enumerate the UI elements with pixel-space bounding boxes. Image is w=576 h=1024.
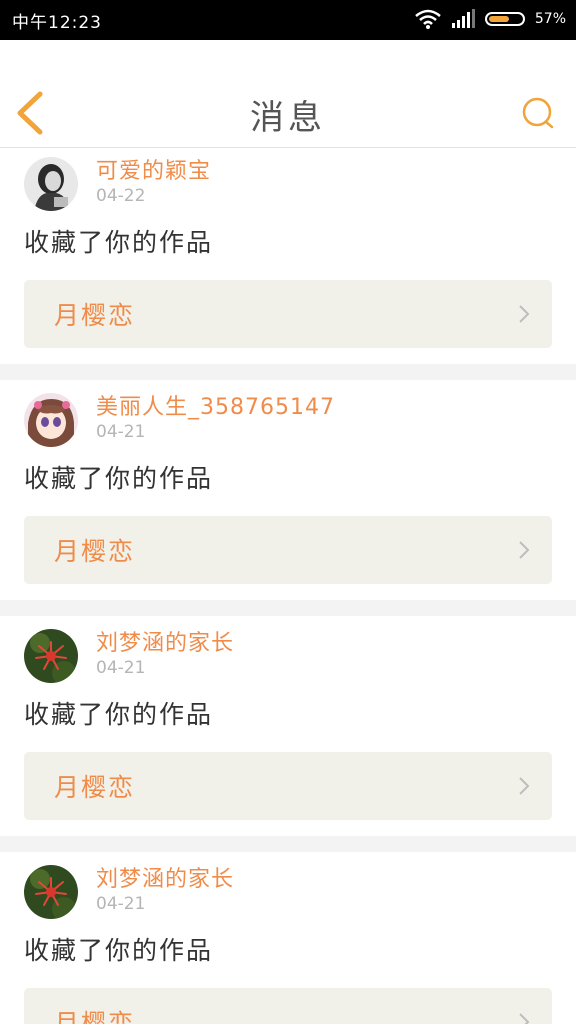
avatar[interactable] [24, 393, 78, 447]
battery-percent: 57% [534, 11, 566, 27]
notification-card: 可爱的颖宝 04-22 收藏了你的作品 月樱恋 [0, 148, 576, 364]
work-link[interactable]: 月樱恋 [24, 988, 552, 1024]
chevron-right-icon [519, 777, 530, 795]
username[interactable]: 美丽人生_358765147 [96, 389, 335, 421]
signal-icon [451, 9, 475, 28]
status-icons: 57% [415, 9, 566, 29]
notification-list[interactable]: 可爱的颖宝 04-22 收藏了你的作品 月樱恋 美丽人生_358765147 0… [0, 148, 576, 1024]
work-title: 月樱恋 [54, 301, 136, 330]
work-link[interactable]: 月樱恋 [24, 516, 552, 584]
search-button[interactable] [520, 95, 556, 131]
notification-card: 刘梦涵的家长 04-21 收藏了你的作品 月樱恋 [0, 616, 576, 836]
action-text: 收藏了你的作品 [24, 464, 214, 493]
action-text: 收藏了你的作品 [24, 228, 214, 257]
notification-card: 刘梦涵的家长 04-21 收藏了你的作品 月樱恋 [0, 852, 576, 1024]
status-bar: 中午12:23 57% [0, 0, 576, 40]
timestamp: 04-22 [96, 186, 146, 206]
chevron-right-icon [519, 541, 530, 559]
wifi-icon [415, 9, 441, 29]
work-title: 月樱恋 [54, 773, 136, 802]
timestamp: 04-21 [96, 422, 146, 442]
work-link[interactable]: 月樱恋 [24, 752, 552, 820]
chevron-right-icon [519, 305, 530, 323]
search-icon [522, 97, 554, 129]
work-title: 月樱恋 [54, 1009, 136, 1024]
action-text: 收藏了你的作品 [24, 936, 214, 965]
action-text: 收藏了你的作品 [24, 700, 214, 729]
page-title: 消息 [250, 98, 326, 138]
battery-icon [484, 12, 525, 26]
username[interactable]: 刘梦涵的家长 [96, 861, 234, 893]
work-title: 月樱恋 [54, 537, 136, 566]
username[interactable]: 可爱的颖宝 [96, 153, 211, 185]
avatar[interactable] [24, 157, 78, 211]
avatar[interactable] [24, 629, 78, 683]
timestamp: 04-21 [96, 894, 146, 914]
status-time: 中午12:23 [12, 13, 102, 33]
nav-bar: 消息 [0, 40, 576, 148]
battery-fill [488, 16, 510, 22]
notification-card: 美丽人生_358765147 04-21 收藏了你的作品 月樱恋 [0, 380, 576, 600]
chevron-right-icon [519, 1013, 530, 1024]
username[interactable]: 刘梦涵的家长 [96, 625, 234, 657]
avatar[interactable] [24, 865, 78, 919]
timestamp: 04-21 [96, 658, 146, 678]
work-link[interactable]: 月樱恋 [24, 280, 552, 348]
